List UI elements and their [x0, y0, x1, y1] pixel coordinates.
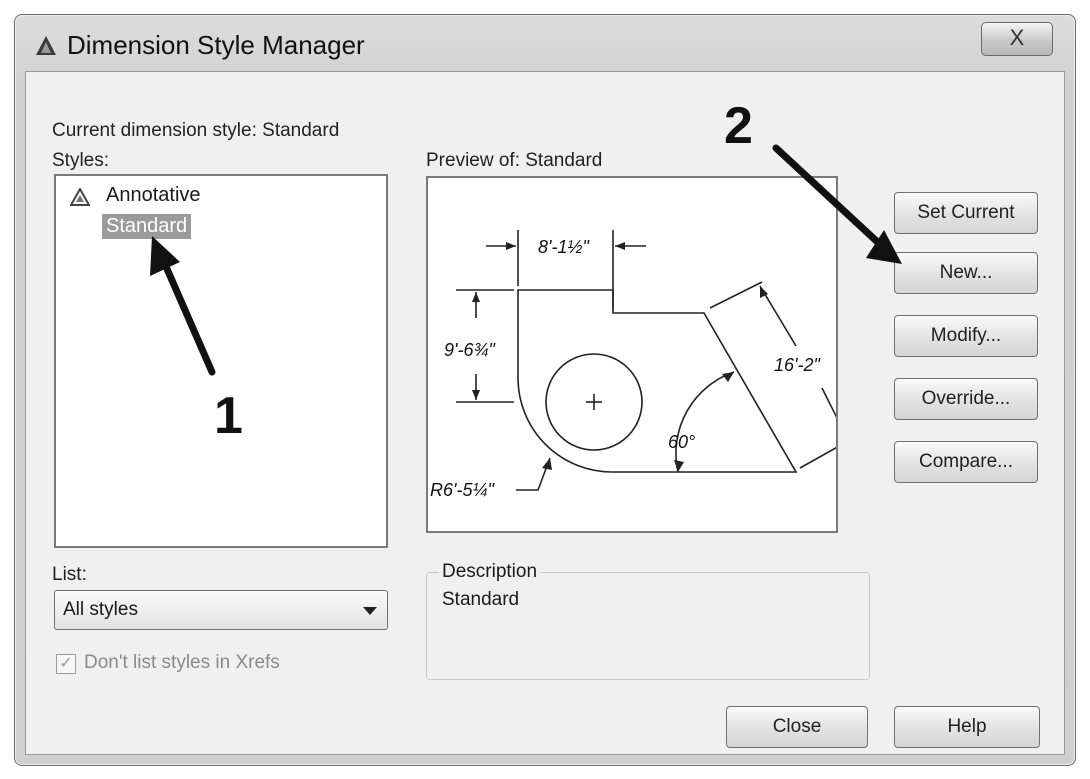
annotation-step-1: 1 [214, 387, 243, 445]
annotation-overlay [150, 144, 902, 376]
annotation-step-2: 2 [724, 97, 753, 155]
